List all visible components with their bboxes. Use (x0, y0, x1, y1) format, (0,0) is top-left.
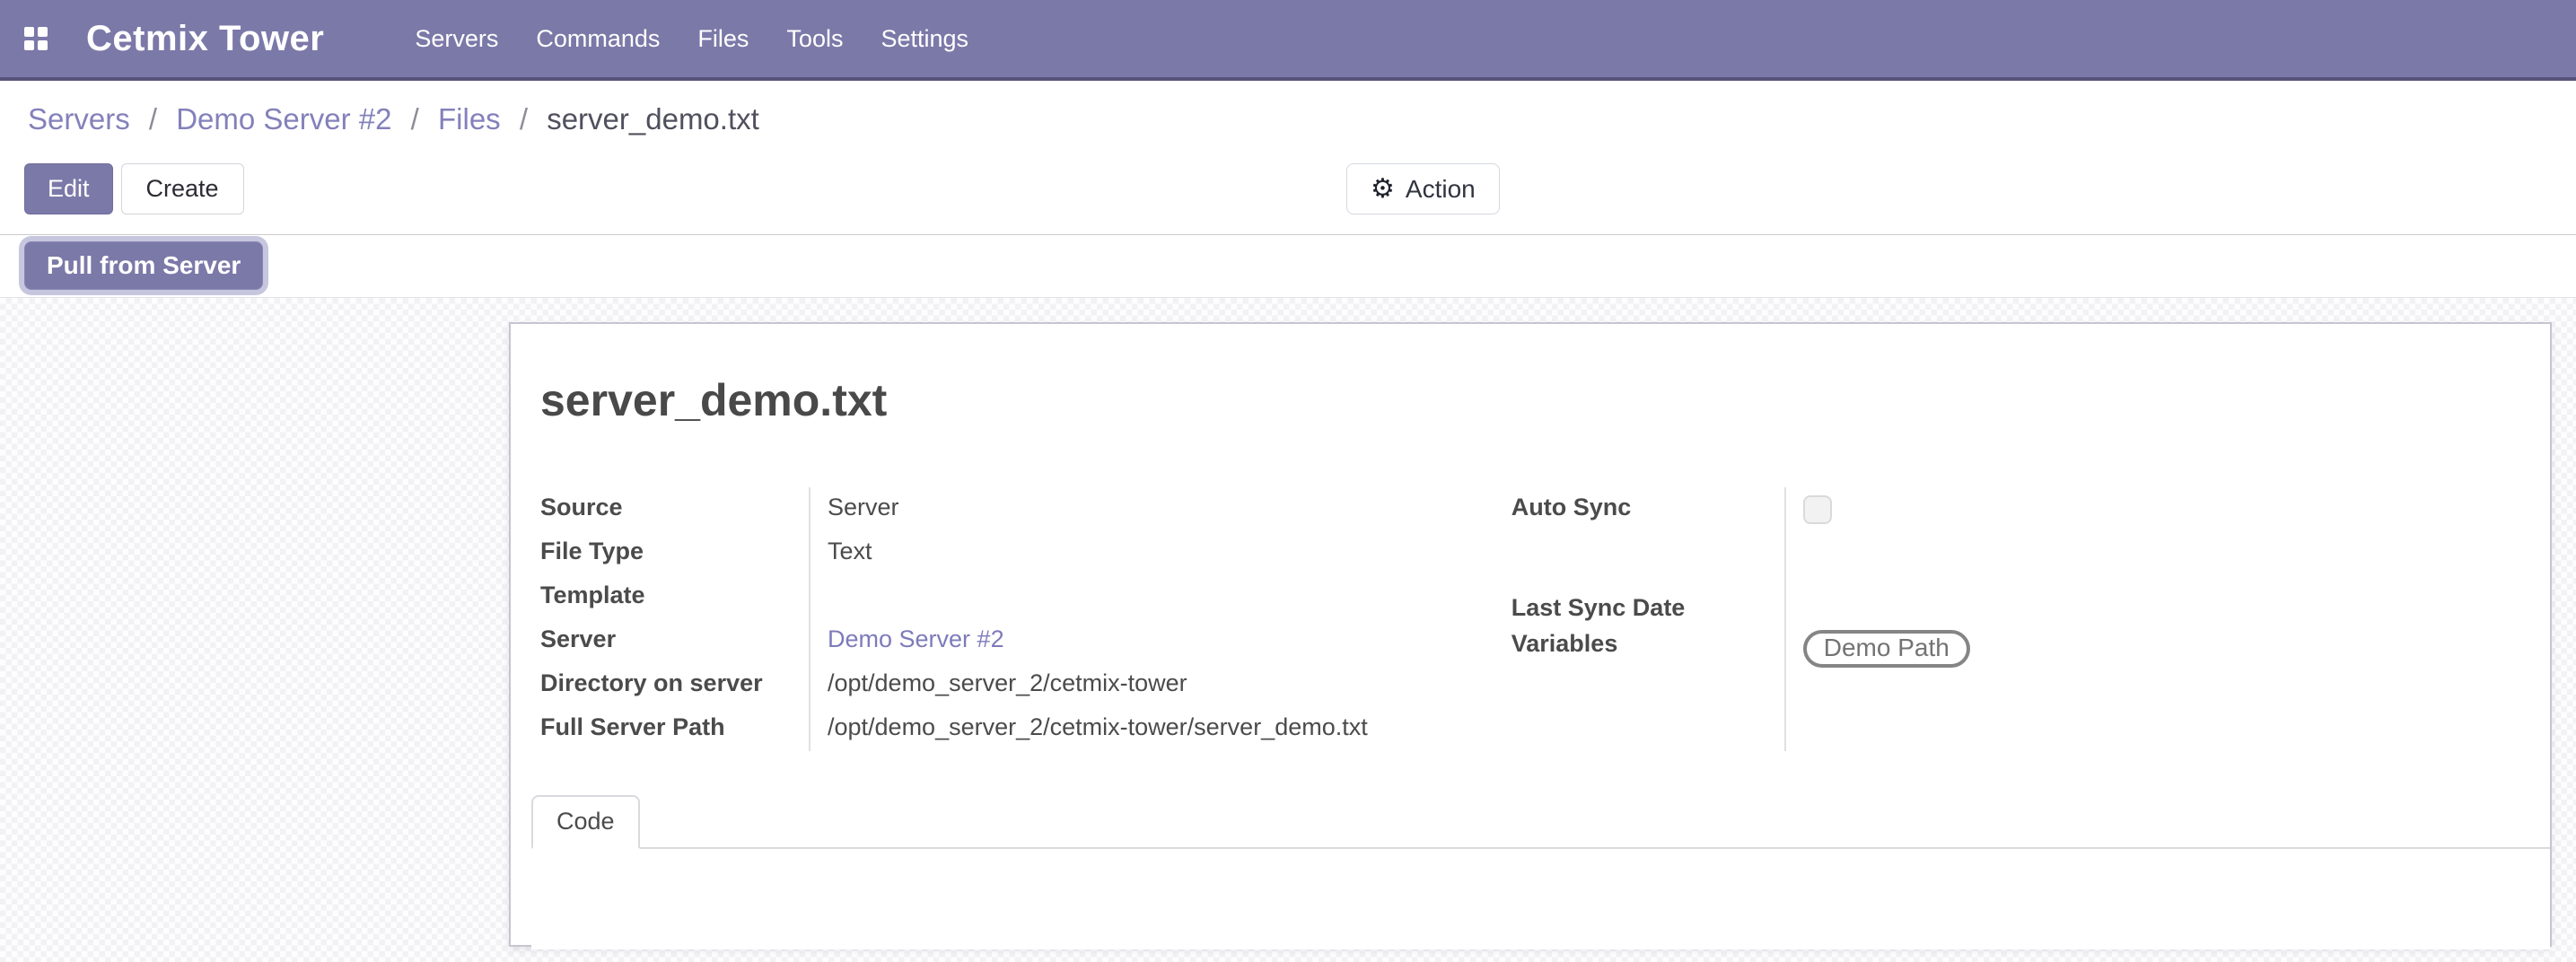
pull-from-server-button[interactable]: Pull from Server (24, 241, 263, 290)
status-bar: Pull from Server (0, 235, 2576, 298)
field-row-directory: Directory on server /opt/demo_server_2/c… (540, 663, 1368, 707)
record-title: server_demo.txt (540, 374, 2550, 426)
action-button[interactable]: ⚙ Action (1346, 163, 1500, 214)
notebook-tab-bar: Code (531, 795, 2550, 849)
field-group-right: Auto Sync Last Sync Date Variables Demo … (1511, 487, 1970, 751)
tab-code[interactable]: Code (531, 795, 640, 849)
field-group-left: Source Server File Type Text Template Se… (540, 487, 1368, 751)
notebook-body (531, 849, 2550, 949)
notebook: Code (531, 795, 2550, 949)
control-panel: Servers / Demo Server #2 / Files / serve… (0, 81, 2576, 235)
breadcrumb-files[interactable]: Files (438, 102, 501, 136)
server-record-link[interactable]: Demo Server #2 (828, 625, 1004, 652)
auto-sync-checkbox[interactable] (1803, 495, 1832, 524)
breadcrumb-current: server_demo.txt (547, 102, 759, 136)
apps-grid-square (24, 27, 34, 37)
field-row-source: Source Server (540, 487, 1368, 531)
action-button-label: Action (1406, 175, 1476, 204)
breadcrumb: Servers / Demo Server #2 / Files / serve… (28, 102, 759, 136)
app-brand[interactable]: Cetmix Tower (86, 19, 324, 59)
field-value: /opt/demo_server_2/cetmix-tower (810, 663, 1368, 707)
field-row-file-type: File Type Text (540, 531, 1368, 575)
field-label: Source (540, 487, 810, 531)
breadcrumb-separator: / (138, 102, 168, 136)
field-label: Last Sync Date (1511, 592, 1785, 628)
field-label: Full Server Path (540, 707, 810, 751)
breadcrumb-separator: / (400, 102, 430, 136)
apps-grid-icon[interactable] (24, 27, 48, 50)
field-label: File Type (540, 531, 810, 575)
gear-icon: ⚙ (1371, 176, 1395, 203)
field-row-server: Server Demo Server #2 (540, 619, 1368, 663)
menu-commands[interactable]: Commands (517, 16, 679, 62)
apps-grid-square (24, 40, 34, 50)
breadcrumb-separator: / (509, 102, 539, 136)
menu-tools[interactable]: Tools (767, 16, 862, 62)
field-label: Auto Sync (1511, 487, 1785, 592)
field-value: Text (810, 531, 1368, 575)
field-value: Demo Path (1785, 628, 1970, 751)
field-value (1785, 592, 1970, 628)
field-row-template: Template (540, 575, 1368, 619)
variable-tag: Demo Path (1803, 630, 1970, 668)
content-area: server_demo.txt Source Server File Type … (0, 298, 2576, 962)
main-menu: Servers Commands Files Tools Settings (396, 16, 987, 62)
control-panel-buttons: Edit Create (24, 163, 244, 214)
field-row-variables: Variables Demo Path (1511, 628, 1970, 751)
field-row-full-path: Full Server Path /opt/demo_server_2/cetm… (540, 707, 1368, 751)
menu-files[interactable]: Files (679, 16, 767, 62)
breadcrumb-servers[interactable]: Servers (28, 102, 130, 136)
apps-grid-square (38, 27, 48, 37)
field-label: Template (540, 575, 810, 619)
field-row-auto-sync: Auto Sync (1511, 487, 1970, 592)
create-button[interactable]: Create (121, 163, 244, 214)
field-value (1785, 487, 1970, 592)
top-navbar: Cetmix Tower Servers Commands Files Tool… (0, 0, 2576, 81)
field-row-last-sync: Last Sync Date (1511, 592, 1970, 628)
field-value (810, 575, 1368, 619)
field-label: Variables (1511, 628, 1785, 751)
field-label: Directory on server (540, 663, 810, 707)
menu-settings[interactable]: Settings (862, 16, 987, 62)
menu-servers[interactable]: Servers (396, 16, 517, 62)
field-value: Demo Server #2 (810, 619, 1368, 663)
field-value: Server (810, 487, 1368, 531)
form-sheet: server_demo.txt Source Server File Type … (509, 322, 2552, 947)
field-value: /opt/demo_server_2/cetmix-tower/server_d… (810, 707, 1368, 751)
field-groups: Source Server File Type Text Template Se… (540, 487, 2550, 751)
apps-grid-square (38, 40, 48, 50)
field-label: Server (540, 619, 810, 663)
edit-button[interactable]: Edit (24, 163, 113, 214)
breadcrumb-demo-server[interactable]: Demo Server #2 (176, 102, 391, 136)
